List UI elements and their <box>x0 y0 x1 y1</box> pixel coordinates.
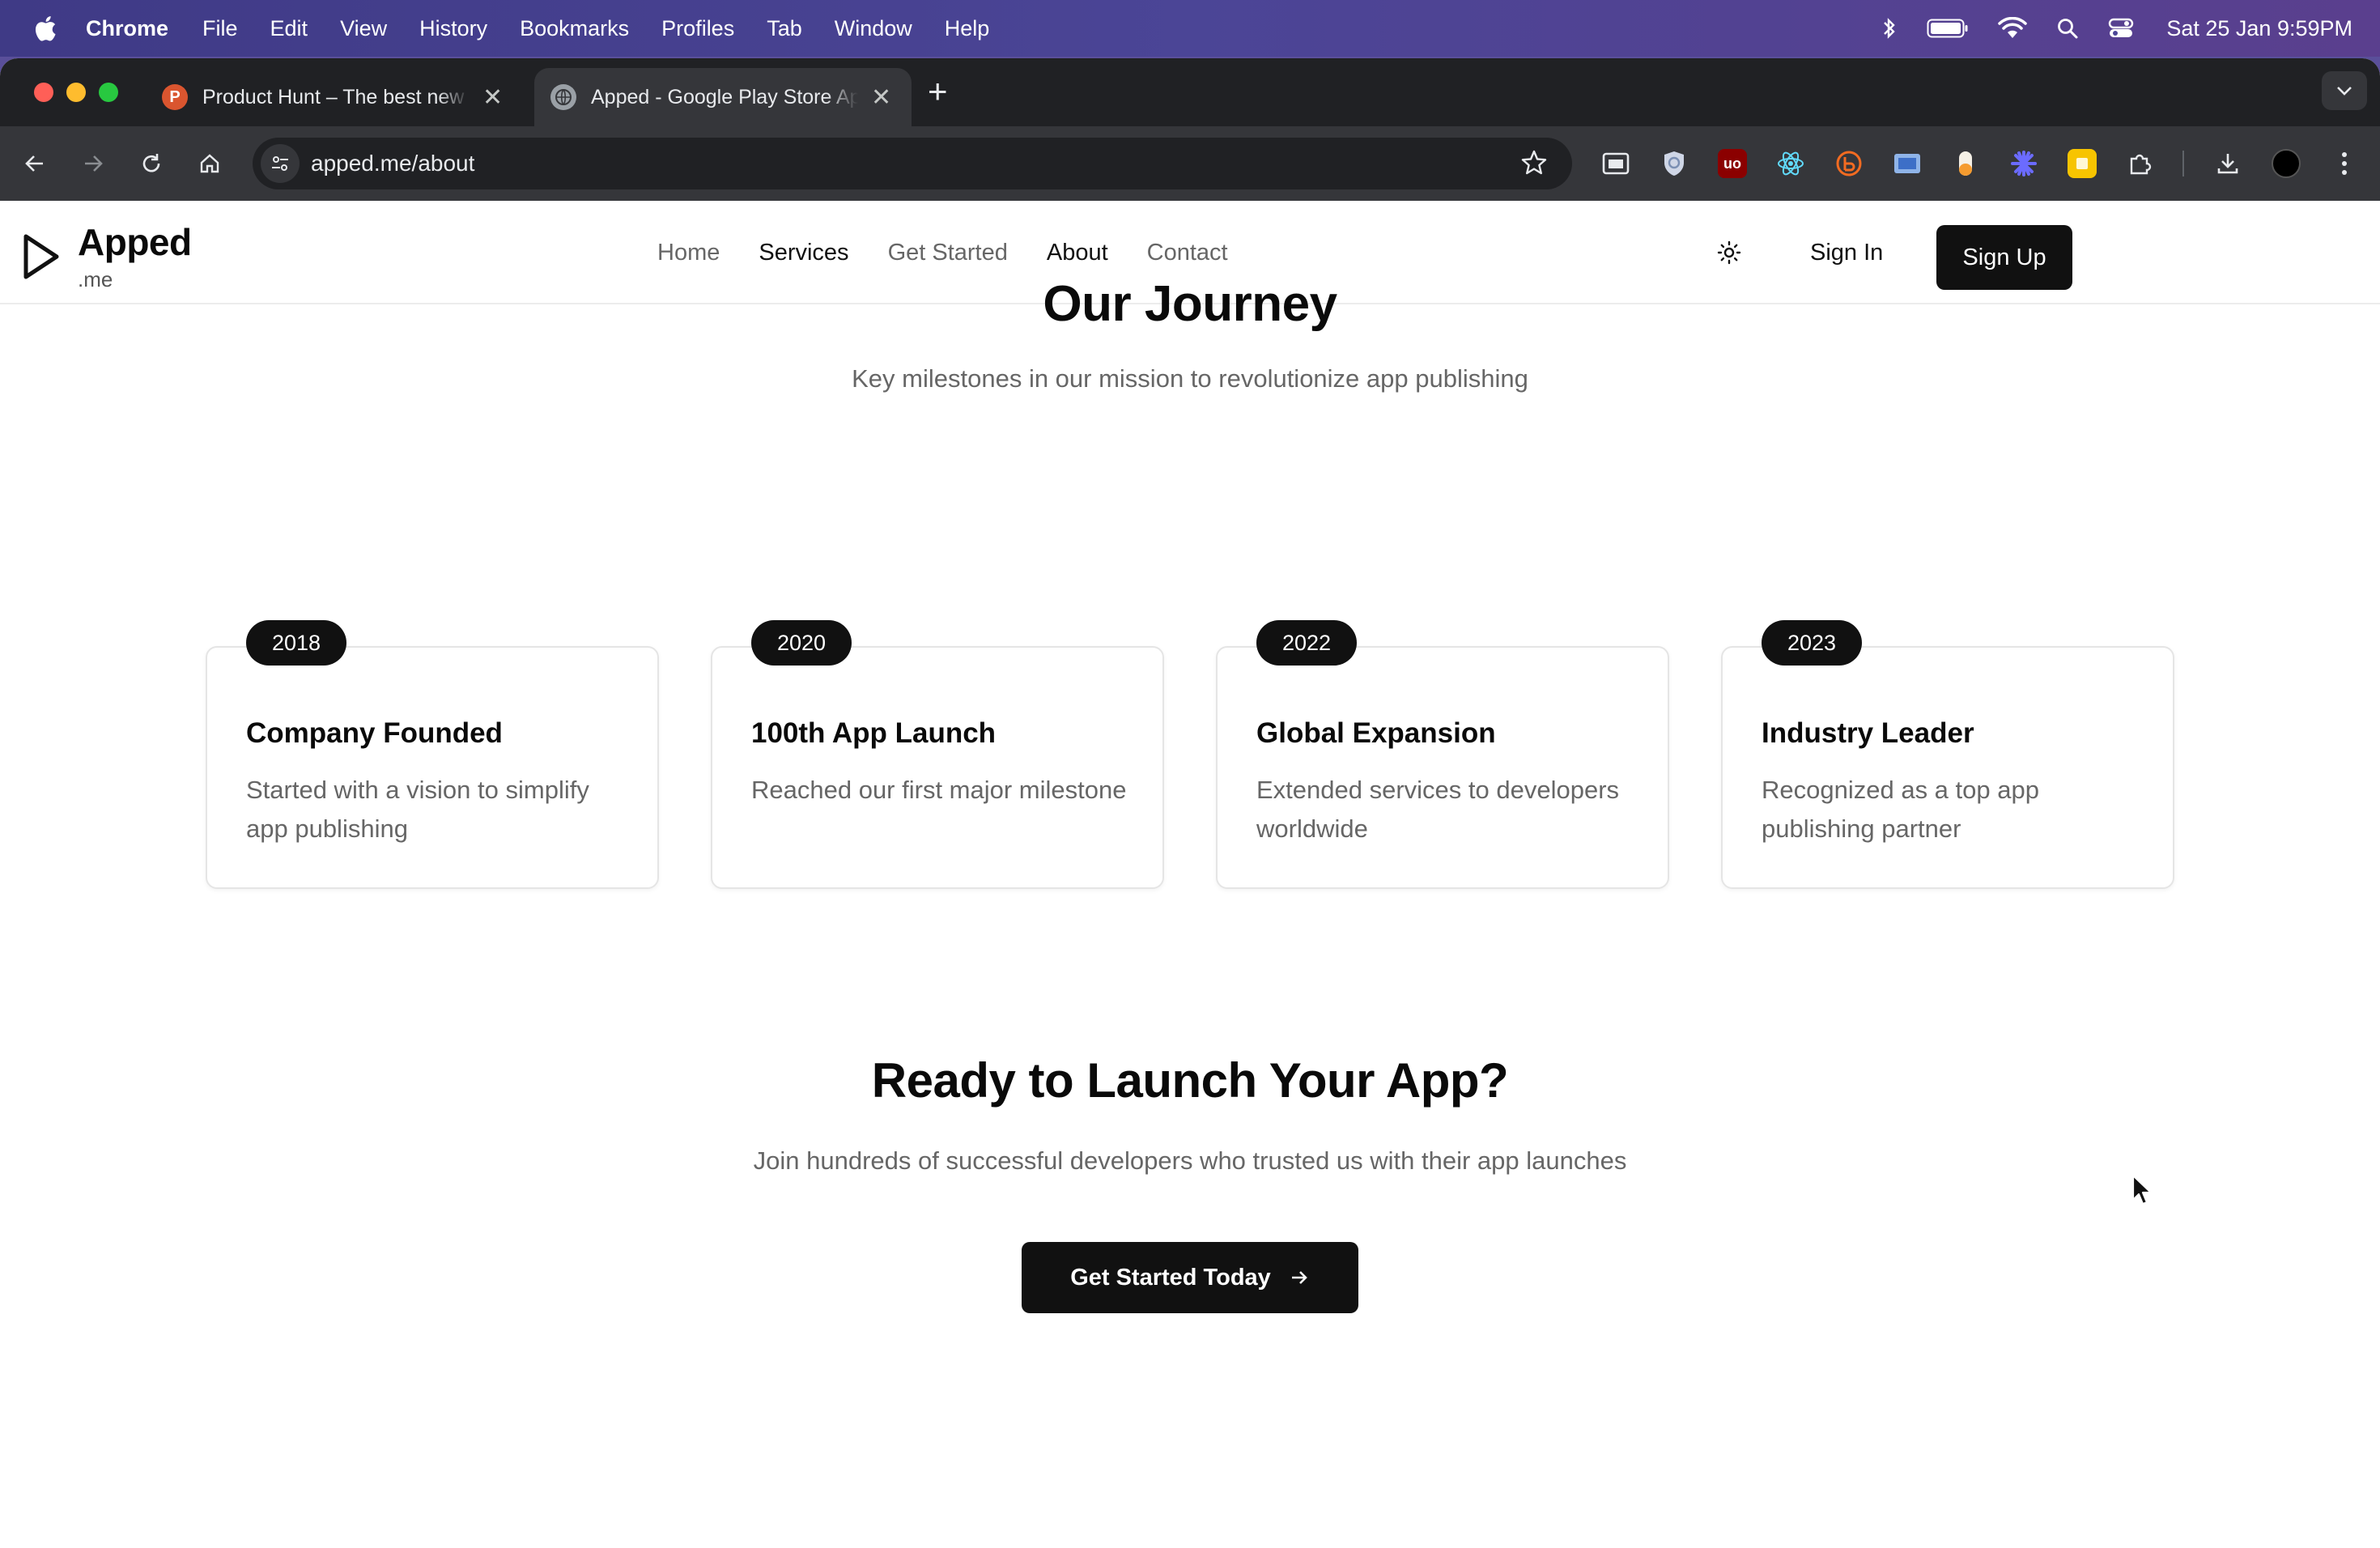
apple-logo-icon[interactable] <box>31 14 58 43</box>
milestone-description: Reached our first major milestone <box>751 776 1127 804</box>
tab-apped-active[interactable]: Apped - Google Play Store App Publishing… <box>534 68 912 126</box>
bookmark-star-icon[interactable] <box>1520 149 1548 182</box>
milestone-title: Company Founded <box>246 717 503 749</box>
journey-heading: Our Journey <box>1043 276 1337 332</box>
milestone-year-badge: 2023 <box>1762 620 1863 666</box>
cta-button-label: Get Started Today <box>1070 1264 1271 1291</box>
tab-close-icon[interactable]: ✕ <box>482 83 503 112</box>
web-page: Apped .me Home Services Get Started Abou… <box>0 201 2380 1548</box>
menu-bookmarks[interactable]: Bookmarks <box>520 16 629 41</box>
nav-about[interactable]: About <box>1047 240 1108 266</box>
menu-tab[interactable]: Tab <box>767 16 802 41</box>
orange-b-extension-icon[interactable] <box>1834 149 1864 178</box>
journey-subheading: Key milestones in our mission to revolut… <box>852 364 1528 393</box>
nav-get-started[interactable]: Get Started <box>888 240 1008 266</box>
tab-search-chevron-icon[interactable] <box>2322 71 2367 110</box>
site-info-tune-icon[interactable] <box>261 144 300 183</box>
extensions-puzzle-icon[interactable] <box>2126 149 2155 178</box>
menu-window[interactable]: Window <box>835 16 912 41</box>
milestone-card: 2023 Industry Leader Recognized as a top… <box>1721 620 2174 889</box>
window-maximize-icon[interactable] <box>99 83 118 102</box>
new-tab-plus-icon[interactable]: + <box>928 74 948 108</box>
menu-edit[interactable]: Edit <box>270 16 308 41</box>
tab-strip: P Product Hunt – The best new products i… <box>0 58 2380 126</box>
tab-title: Product Hunt – The best new products in … <box>202 85 470 108</box>
product-hunt-favicon-icon: P <box>162 84 188 110</box>
milestone-title: Industry Leader <box>1762 717 1974 749</box>
shield-extension-icon[interactable] <box>1660 149 1689 178</box>
nav-contact[interactable]: Contact <box>1147 240 1228 266</box>
window-close-icon[interactable] <box>34 83 53 102</box>
globe-favicon-icon <box>550 84 576 110</box>
play-logo-icon <box>23 234 59 279</box>
menu-profiles[interactable]: Profiles <box>661 16 734 41</box>
menu-help[interactable]: Help <box>945 16 990 41</box>
profile-avatar-icon[interactable] <box>2272 149 2301 178</box>
menu-file[interactable]: File <box>202 16 238 41</box>
milestone-card: 2018 Company Founded Started with a visi… <box>206 620 659 889</box>
note-extension-icon[interactable] <box>2068 149 2097 178</box>
capsule-extension-icon[interactable] <box>1951 149 1980 178</box>
theme-toggle-sun-icon[interactable] <box>1713 236 1745 269</box>
milestone-year-badge: 2020 <box>751 620 852 666</box>
milestone-description: Extended services to developers worldwid… <box>1256 776 1620 843</box>
milestone-card: 2022 Global Expansion Extended services … <box>1216 620 1669 889</box>
url-text[interactable]: apped.me/about <box>311 151 474 176</box>
ublock-origin-icon[interactable]: uo <box>1718 149 1747 178</box>
forward-arrow-icon[interactable] <box>74 145 112 182</box>
react-devtools-icon[interactable] <box>1776 149 1805 178</box>
back-arrow-icon[interactable] <box>16 145 53 182</box>
milestone-title: 100th App Launch <box>751 717 997 749</box>
logo-name: Apped <box>78 221 192 263</box>
arrow-right-icon <box>1291 1271 1307 1284</box>
cta-subheading: Join hundreds of successful developers w… <box>753 1146 1627 1175</box>
download-icon[interactable] <box>2213 149 2242 178</box>
screenshot-extension-icon[interactable] <box>1893 149 1922 178</box>
milestone-description: Recognized as a top app publishing partn… <box>1762 776 2039 843</box>
mouse-pointer-icon <box>2131 1174 2153 1206</box>
spotlight-search-icon[interactable] <box>2056 17 2079 40</box>
asterisk-extension-icon[interactable] <box>2009 149 2038 178</box>
get-started-today-button[interactable]: Get Started Today <box>1022 1242 1358 1313</box>
picture-in-picture-extension-icon[interactable] <box>1601 149 1630 178</box>
cta-heading: Ready to Launch Your App? <box>871 1053 1509 1108</box>
macos-menu-bar: Chrome File Edit View History Bookmarks … <box>0 0 2380 57</box>
battery-icon[interactable] <box>1927 18 1969 39</box>
nav-home[interactable]: Home <box>657 240 720 266</box>
milestone-description: Started with a vision to simplify app pu… <box>246 776 589 843</box>
browser-window: P Product Hunt – The best new products i… <box>0 58 2380 1548</box>
tab-close-icon[interactable]: ✕ <box>871 83 891 112</box>
tab-product-hunt[interactable]: P Product Hunt – The best new products i… <box>146 68 518 126</box>
milestone-title: Global Expansion <box>1256 717 1496 749</box>
bluetooth-icon[interactable] <box>1881 16 1898 40</box>
milestone-year-badge: 2018 <box>246 620 347 666</box>
reload-icon[interactable] <box>133 145 170 182</box>
control-center-icon[interactable] <box>2108 17 2134 40</box>
milestone-card: 2020 100th App Launch Reached our first … <box>711 620 1164 889</box>
wifi-icon[interactable] <box>1998 17 2028 40</box>
menubar-clock[interactable]: Sat 25 Jan 9:59PM <box>2166 16 2352 41</box>
menu-view[interactable]: View <box>340 16 387 41</box>
menu-history[interactable]: History <box>419 16 487 41</box>
toolbar-divider <box>2182 151 2184 176</box>
chrome-menu-kebab-icon[interactable] <box>2330 149 2359 178</box>
address-bar[interactable]: apped.me/about <box>253 138 1572 189</box>
home-icon[interactable] <box>191 145 228 182</box>
nav-services[interactable]: Services <box>759 240 848 266</box>
window-minimize-icon[interactable] <box>66 83 86 102</box>
browser-toolbar: apped.me/about uo <box>0 126 2380 201</box>
milestone-year-badge: 2022 <box>1256 620 1358 666</box>
sign-in-button[interactable]: Sign In <box>1786 225 1907 280</box>
tab-title: Apped - Google Play Store App Publishing <box>591 85 858 108</box>
menu-app-name[interactable]: Chrome <box>86 16 168 41</box>
